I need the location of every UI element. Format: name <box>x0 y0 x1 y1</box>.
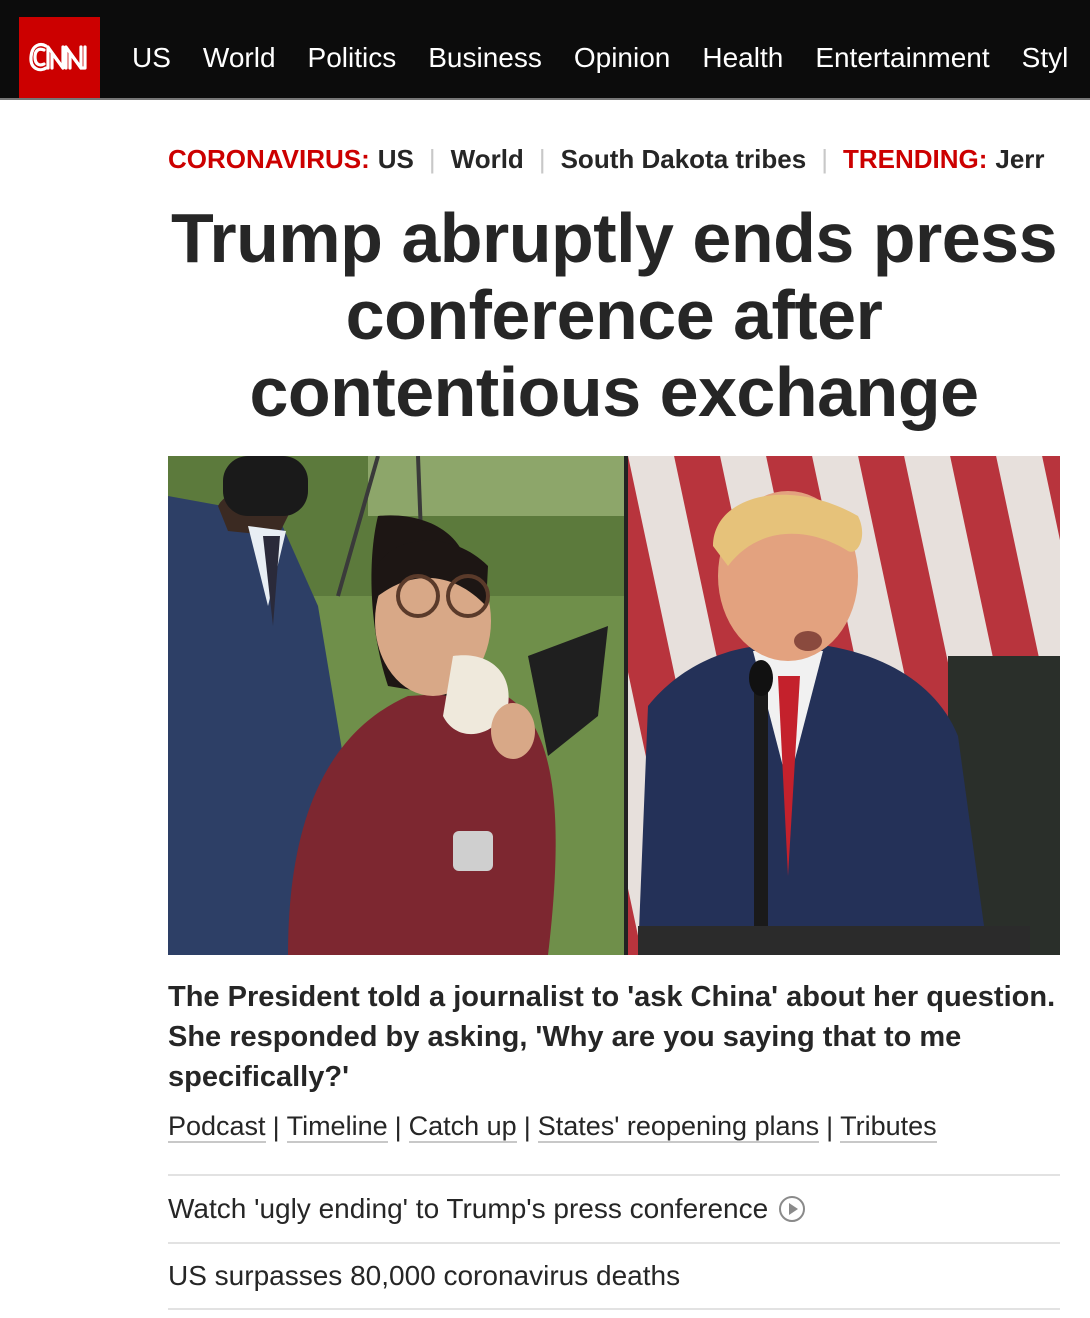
section-label: CORONAVIRUS: <box>168 143 370 174</box>
nav-item-business[interactable]: Business <box>412 42 558 74</box>
nav-item-us[interactable]: US <box>116 42 187 74</box>
list-item[interactable]: Watch 'ugly ending' to Trump's press con… <box>168 1174 1060 1242</box>
cnn-logo-icon <box>29 43 87 72</box>
divider: | <box>428 143 436 174</box>
related-links: Podcast | Timeline | Catch up | States' … <box>168 1107 937 1147</box>
headline[interactable]: Trump abruptly ends press conference aft… <box>168 200 1060 431</box>
nav-item-style[interactable]: Styl <box>1006 42 1085 74</box>
nav-item-opinion[interactable]: Opinion <box>558 42 687 74</box>
link-podcast[interactable]: Podcast <box>168 1111 266 1143</box>
divider: | <box>523 1111 531 1142</box>
link-catch-up[interactable]: Catch up <box>408 1111 517 1143</box>
hero-image-graphic <box>168 456 1060 955</box>
divider: | <box>821 143 828 174</box>
cnn-logo[interactable] <box>19 17 100 98</box>
main-nav: US World Politics Business Opinion Healt… <box>116 17 1084 98</box>
divider: | <box>538 143 546 174</box>
article-summary: The President told a journalist to 'ask … <box>168 981 1056 1093</box>
nav-item-entertainment[interactable]: Entertainment <box>799 42 1005 74</box>
story-title: US surpasses 80,000 coronavirus deaths <box>168 1260 681 1291</box>
breadcrumb-south-dakota-tribes[interactable]: South Dakota tribes <box>561 144 807 175</box>
trending-label: TRENDING: <box>842 143 988 174</box>
link-reopening-plans[interactable]: States' reopening plans <box>537 1111 820 1143</box>
breadcrumb-world[interactable]: World <box>451 144 524 175</box>
trending-link[interactable]: Jerr <box>987 144 1044 175</box>
hero-image[interactable] <box>168 456 1060 955</box>
divider: | <box>826 1111 834 1142</box>
link-tributes[interactable]: Tributes <box>840 1111 937 1143</box>
play-icon <box>779 1196 806 1222</box>
divider: | <box>272 1111 280 1142</box>
breadcrumb-us[interactable]: US <box>370 144 414 175</box>
nav-item-politics[interactable]: Politics <box>292 42 413 74</box>
nav-item-health[interactable]: Health <box>686 42 799 74</box>
nav-item-world[interactable]: World <box>187 42 292 74</box>
story-list: Watch 'ugly ending' to Trump's press con… <box>168 1174 1060 1310</box>
top-nav-bar: US World Politics Business Opinion Healt… <box>0 0 1090 100</box>
breadcrumb: CORONAVIRUS: US | World | South Dakota t… <box>168 140 1090 178</box>
list-item[interactable]: US surpasses 80,000 coronavirus deaths <box>168 1242 1060 1310</box>
divider: | <box>394 1111 402 1142</box>
story-title: Watch 'ugly ending' to Trump's press con… <box>168 1193 769 1224</box>
link-timeline[interactable]: Timeline <box>286 1111 388 1143</box>
